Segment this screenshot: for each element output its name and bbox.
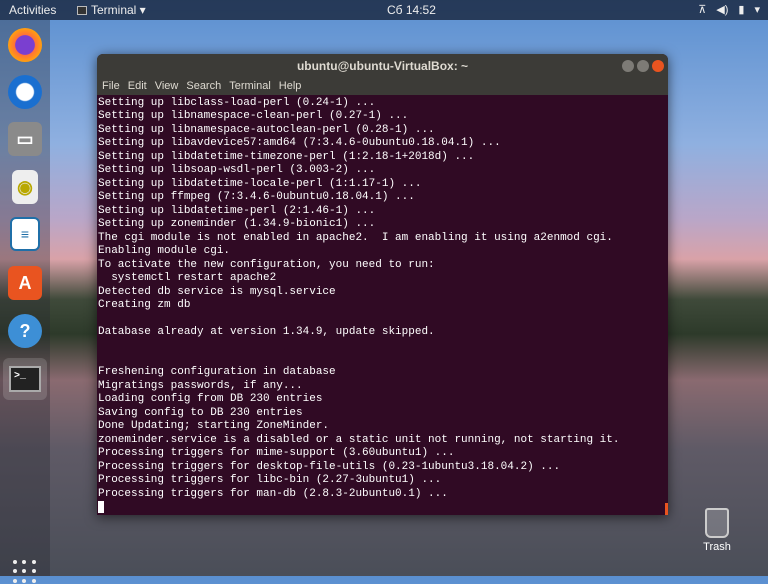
trash-icon (705, 508, 729, 538)
terminal-line: Setting up libdatetime-locale-perl (1:1.… (98, 177, 422, 190)
terminal-line: Done Updating; starting ZoneMinder. (98, 420, 330, 433)
app-menu[interactable]: Terminal ▾ (77, 3, 146, 17)
dock: ▭ ◉ ≡ A ? >_ (0, 20, 50, 583)
terminal-line: Detected db service is mysql.service (98, 285, 336, 298)
terminal-line: Setting up ffmpeg (7:3.4.6-0ubuntu0.18.0… (98, 191, 415, 204)
volume-icon: ◀) (716, 4, 729, 16)
terminal-line: Setting up libnamespace-clean-perl (0.27… (98, 110, 409, 123)
terminal-line: Setting up libnamespace-autoclean-perl (… (98, 123, 435, 136)
system-tray[interactable]: ⊼ ◀) ▮ ▾ (698, 3, 760, 16)
terminal-line: Setting up libavdevice57:amd64 (7:3.4.6-… (98, 137, 501, 150)
menu-edit[interactable]: Edit (128, 78, 147, 95)
terminal-window: ubuntu@ubuntu-VirtualBox: ~ File Edit Vi… (97, 54, 668, 515)
menu-view[interactable]: View (155, 78, 179, 95)
menu-arrow-icon: ▾ (754, 4, 760, 16)
desktop-trash[interactable]: Trash (697, 508, 737, 553)
terminal-line: Setting up libclass-load-perl (0.24-1) .… (98, 97, 376, 109)
app-menu-label: Terminal ▾ (91, 3, 146, 17)
terminal-line: Setting up libdatetime-timezone-perl (1:… (98, 150, 475, 163)
terminal-line: Processing triggers for desktop-file-uti… (98, 460, 561, 473)
menu-bar: File Edit View Search Terminal Help (97, 78, 668, 95)
battery-icon: ▮ (738, 4, 745, 16)
dock-rhythmbox[interactable]: ◉ (12, 170, 38, 204)
minimize-button[interactable] (622, 60, 634, 72)
dock-files[interactable]: ▭ (8, 122, 42, 156)
terminal-line: Processing triggers for mime-support (3.… (98, 447, 455, 460)
dock-terminal[interactable]: >_ (3, 358, 47, 400)
terminal-line: Processing triggers for man-db (2.8.3-2u… (98, 487, 448, 500)
terminal-line: Creating zm db (98, 299, 191, 312)
terminal-line: Setting up libdatetime-perl (2:1.46-1) .… (98, 204, 376, 217)
activities-button[interactable]: Activities (9, 3, 56, 17)
show-applications-button[interactable] (13, 560, 37, 584)
terminal-icon (77, 5, 87, 15)
close-button[interactable] (652, 60, 664, 72)
dock-thunderbird[interactable] (8, 75, 42, 109)
scrollbar[interactable] (665, 503, 668, 515)
network-icon: ⊼ (698, 4, 707, 16)
trash-label: Trash (703, 541, 731, 553)
terminal-icon: >_ (9, 366, 41, 392)
dock-software[interactable]: A (8, 266, 42, 300)
terminal-line: Loading config from DB 230 entries (98, 393, 323, 406)
terminal-cursor (98, 501, 104, 514)
top-bar: Activities Terminal ▾ Сб 14:52 ⊼ ◀) ▮ ▾ (0, 0, 768, 20)
terminal-line: Freshening configuration in database (98, 366, 336, 379)
menu-help[interactable]: Help (279, 78, 302, 95)
dock-help[interactable]: ? (8, 314, 42, 348)
terminal-line: zoneminder.service is a disabled or a st… (98, 433, 620, 446)
terminal-line: Processing triggers for libc-bin (2.27-3… (98, 474, 442, 487)
clock[interactable]: Сб 14:52 (387, 3, 436, 17)
terminal-line: Enabling module cgi. (98, 245, 231, 258)
terminal-line: systemctl restart apache2 (98, 272, 277, 285)
terminal-output[interactable]: Setting up libclass-load-perl (0.24-1) .… (98, 97, 662, 515)
menu-file[interactable]: File (102, 78, 120, 95)
dock-firefox[interactable] (8, 28, 42, 62)
terminal-line: Database already at version 1.34.9, upda… (98, 325, 435, 338)
dock-writer[interactable]: ≡ (10, 217, 40, 251)
terminal-line: Setting up zoneminder (1.34.9-bionic1) .… (98, 218, 376, 231)
terminal-line: Migratings passwords, if any... (98, 379, 303, 392)
window-title: ubuntu@ubuntu-VirtualBox: ~ (296, 59, 469, 73)
title-bar[interactable]: ubuntu@ubuntu-VirtualBox: ~ (97, 54, 668, 78)
terminal-line: Saving config to DB 230 entries (98, 406, 303, 419)
maximize-button[interactable] (637, 60, 649, 72)
terminal-line: The cgi module is not enabled in apache2… (98, 231, 613, 244)
terminal-line: To activate the new configuration, you n… (98, 258, 435, 271)
terminal-line: Setting up libsoap-wsdl-perl (3.003-2) .… (98, 164, 376, 177)
menu-terminal[interactable]: Terminal (229, 78, 271, 95)
menu-search[interactable]: Search (186, 78, 221, 95)
